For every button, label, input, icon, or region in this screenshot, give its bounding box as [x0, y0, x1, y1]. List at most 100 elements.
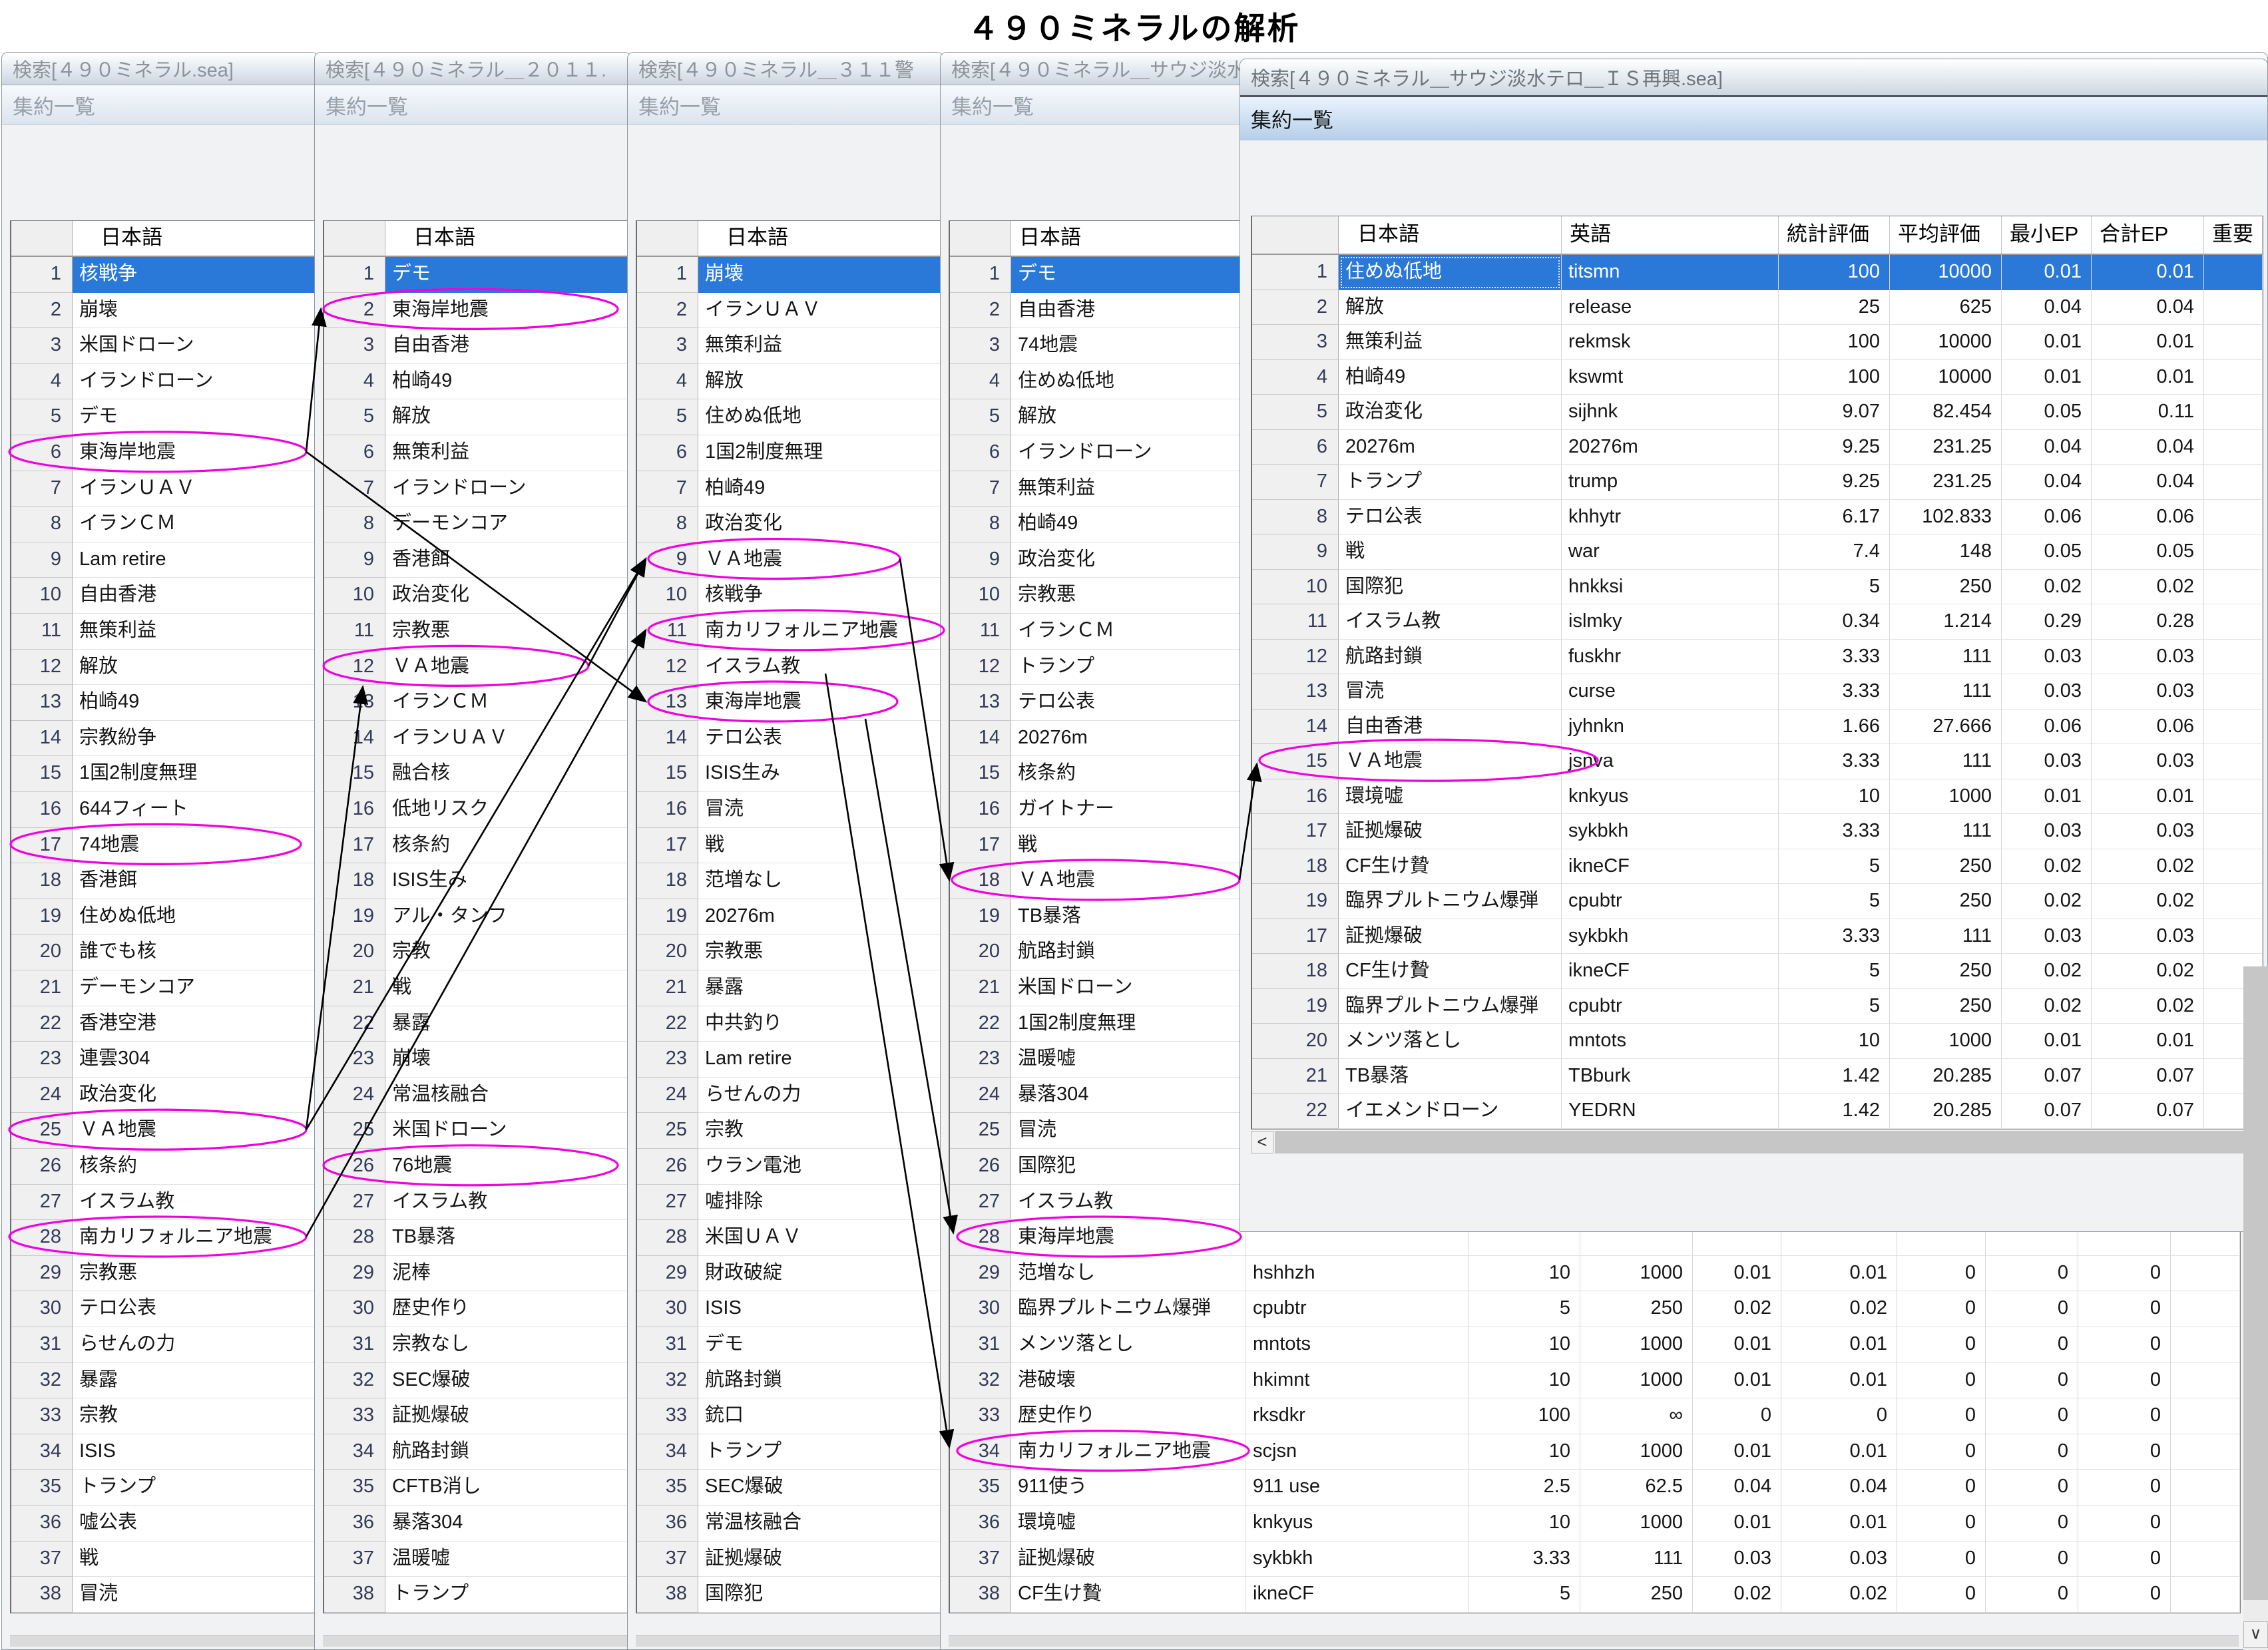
table-row[interactable]: 7トランプtrump9.25231.250.040.04	[1252, 465, 2263, 500]
table-row[interactable]: 24政治変化	[11, 1078, 318, 1114]
table-row[interactable]: 1920276m	[637, 899, 944, 935]
table-row[interactable]: 18CF生け贄ikneCF52500.020.02	[1252, 849, 2263, 885]
table-row[interactable]: 32暴露	[11, 1363, 318, 1399]
table-row[interactable]: 20宗教	[324, 934, 631, 970]
table-row[interactable]: 37証拠爆破sykbkh3.331110.030.03000	[950, 1542, 2240, 1577]
table-row[interactable]: 16環境嘘knkyus1010000.010.01	[1252, 779, 2263, 815]
table-row[interactable]: 23Lam retire	[637, 1042, 944, 1078]
table-row[interactable]: 34航路封鎖	[324, 1434, 631, 1470]
table-row[interactable]: 7柏崎49	[637, 471, 944, 507]
table-row[interactable]: 1核戦争	[11, 257, 318, 293]
table-row[interactable]: 28米国ＵＡＶ	[637, 1220, 944, 1256]
table-row[interactable]: 35トランプ	[11, 1470, 318, 1506]
table-row[interactable]: 4イランドローン	[11, 364, 318, 400]
table-row[interactable]: 18香港餌	[11, 863, 318, 899]
table-row[interactable]: 2676地震	[324, 1149, 631, 1185]
table-row[interactable]: 3自由香港	[324, 328, 631, 364]
table-row[interactable]: 23崩壊	[324, 1042, 631, 1078]
table-row[interactable]: 37証拠爆破	[637, 1542, 944, 1577]
table-row[interactable]: 32港破壊hkimnt1010000.010.01000	[950, 1363, 2240, 1399]
table-row[interactable]: 30テロ公表	[11, 1291, 318, 1327]
table-row[interactable]: 17証拠爆破sykbkh3.331110.030.03	[1252, 919, 2263, 954]
table-row[interactable]: 13柏崎49	[11, 685, 318, 721]
table-row[interactable]: 19臨界プルトニウム爆弾cpubtr52500.020.02	[1252, 884, 2263, 919]
table-row[interactable]: 17戦	[637, 828, 944, 864]
table-row[interactable]: 27イスラム教	[11, 1185, 318, 1221]
table-row[interactable]: 2東海岸地震	[324, 293, 631, 329]
scroll-down-button[interactable]: ∨	[2243, 1621, 2268, 1648]
horizontal-scrollbar[interactable]	[323, 1635, 628, 1647]
table-row[interactable]: 33宗教	[11, 1398, 318, 1434]
table-row[interactable]: 13東海岸地震	[637, 685, 944, 721]
table-row[interactable]: 9戦war7.41480.050.05	[1252, 534, 2263, 570]
table-row[interactable]: 25宗教	[637, 1113, 944, 1149]
table-row[interactable]: 10政治変化	[324, 578, 631, 614]
table-row[interactable]: 28TB暴落	[324, 1220, 631, 1256]
aggregate-list-bar[interactable]: 集約一覧	[1240, 97, 2268, 140]
table-row[interactable]: 22中共釣り	[637, 1006, 944, 1042]
window-title-bar[interactable]: 検索[４９０ミネラル＿３１１警	[628, 53, 944, 85]
table-row[interactable]: 21暴露	[637, 970, 944, 1006]
table-row[interactable]: 8デーモンコア	[324, 507, 631, 542]
table-row[interactable]: 4解放	[637, 364, 944, 400]
table-row[interactable]: 31デモ	[637, 1327, 944, 1363]
search-window-5[interactable]: 検索[４９０ミネラル＿サウジ淡水テロ＿ＩＳ再興.sea]集約一覧日本語英語統計評…	[1240, 59, 2268, 1232]
table-row[interactable]: 2崩壊	[11, 293, 318, 329]
table-row[interactable]: 13冒涜curse3.331110.030.03	[1252, 674, 2263, 710]
table-row[interactable]: 14自由香港jyhnkn1.6627.6660.060.06	[1252, 710, 2263, 745]
table-row[interactable]: 30臨界プルトニウム爆弾cpubtr52500.020.02000	[950, 1291, 2240, 1327]
table-row[interactable]: 8テロ公表khhytr6.17102.8330.060.06	[1252, 500, 2263, 535]
table-row[interactable]: 31らせんの力	[11, 1327, 318, 1363]
table-row[interactable]: 12ＶＡ地震	[324, 650, 631, 686]
table-row[interactable]: 14宗教紛争	[11, 721, 318, 757]
horizontal-scrollbar[interactable]	[10, 1635, 315, 1647]
table-row[interactable]: 31メンツ落としmntots1010000.010.01000	[950, 1327, 2240, 1363]
table-row[interactable]: 28南カリフォルニア地震	[11, 1220, 318, 1256]
table-row[interactable]: 22暴露	[324, 1006, 631, 1042]
table-row[interactable]: 29財政破綻	[637, 1256, 944, 1292]
table-row[interactable]: 15融合核	[324, 756, 631, 792]
table-row[interactable]: 8政治変化	[637, 507, 944, 542]
table-row[interactable]: 12航路封鎖fuskhr3.331110.030.03	[1252, 640, 2263, 675]
table-row[interactable]: 7イランＵＡＶ	[11, 471, 318, 507]
table-row[interactable]: 34南カリフォルニア地震scjsn1010000.010.01000	[950, 1434, 2240, 1470]
table-row[interactable]: 35CFTB消し	[324, 1470, 631, 1506]
table-row[interactable]: 14イランＵＡＶ	[324, 721, 631, 757]
table-row[interactable]: 19住めぬ低地	[11, 899, 318, 935]
table-row[interactable]: 27イスラム教	[324, 1185, 631, 1221]
table-row[interactable]: 37温暖嘘	[324, 1542, 631, 1577]
table-row[interactable]: 3無策利益rekmsk100100000.010.01	[1252, 325, 2263, 360]
table-row[interactable]: 29泥棒	[324, 1256, 631, 1292]
table-row[interactable]: 37戦	[11, 1542, 318, 1577]
vertical-scrollbar[interactable]: ∨	[2243, 966, 2268, 1650]
table-row[interactable]: 3無策利益	[637, 328, 944, 364]
table-row[interactable]: 22香港空港	[11, 1006, 318, 1042]
table-row[interactable]: 20宗教悪	[637, 934, 944, 970]
table-row[interactable]: 61国2制度無理	[637, 435, 944, 471]
table-row[interactable]: 151国2制度無理	[11, 756, 318, 792]
search-window-2[interactable]: 検索[４９０ミネラル＿２０１１.集約一覧日本語1デモ2東海岸地震3自由香港4柏崎…	[314, 52, 631, 1650]
table-row[interactable]: 25ＶＡ地震	[11, 1113, 318, 1149]
table-row[interactable]: 10国際犯hnkksi52500.020.02	[1252, 570, 2263, 605]
table-row[interactable]: 26ウラン電池	[637, 1149, 944, 1185]
table-row[interactable]: 2イランＵＡＶ	[637, 293, 944, 329]
table-row[interactable]: 24らせんの力	[637, 1078, 944, 1114]
table-row[interactable]: 20誰でも核	[11, 934, 318, 970]
table-row[interactable]: 21TB暴落TBburk1.4220.2850.070.07	[1252, 1059, 2263, 1094]
table-row[interactable]: 33銃口	[637, 1398, 944, 1434]
table-row[interactable]: 18ISIS生み	[324, 863, 631, 899]
table-row[interactable]: 38国際犯	[637, 1577, 944, 1613]
table-row[interactable]: 2解放release256250.040.04	[1252, 290, 2263, 325]
table-row[interactable]: 11宗教悪	[324, 614, 631, 650]
table-row[interactable]: 16低地リスク	[324, 792, 631, 828]
table-row[interactable]: 17核条約	[324, 828, 631, 864]
table-row[interactable]: 38トランプ	[324, 1577, 631, 1613]
table-row[interactable]: 29范増なしhshhzh1010000.010.01000	[950, 1256, 2240, 1292]
table-row[interactable]: 22イエメンドローンYEDRN1.4220.2850.070.07	[1252, 1094, 2263, 1129]
table-row[interactable]: 14テロ公表	[637, 721, 944, 757]
horizontal-scrollbar[interactable]	[636, 1635, 941, 1647]
table-row[interactable]: 4柏崎49	[324, 364, 631, 400]
table-row[interactable]: 18范増なし	[637, 863, 944, 899]
table-row[interactable]: 36常温核融合	[637, 1506, 944, 1542]
table-row[interactable]: 38冒涜	[11, 1577, 318, 1613]
